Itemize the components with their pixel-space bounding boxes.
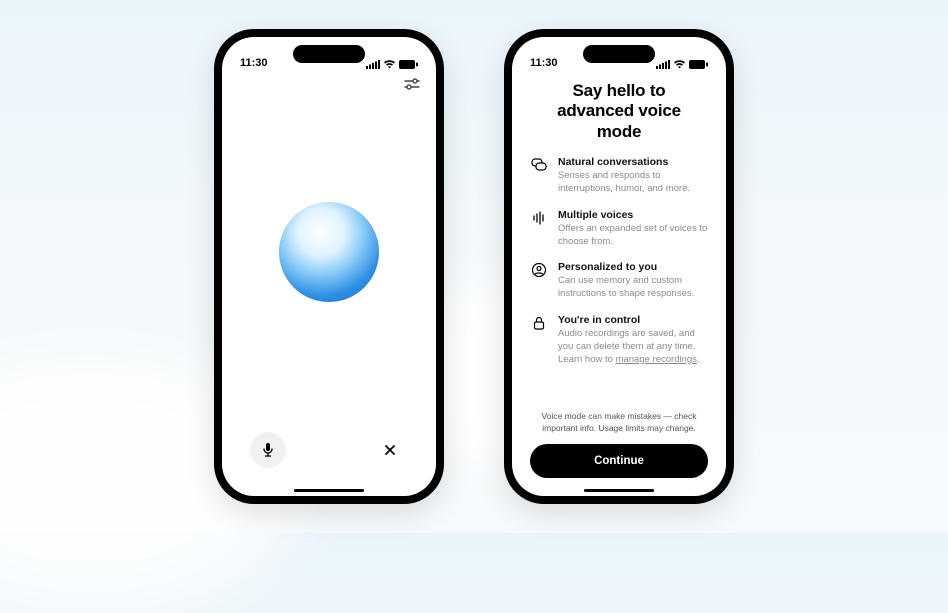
feature-desc: Audio recordings are saved, and you can … bbox=[558, 328, 708, 366]
feature-desc: Senses and responds to interruptions, hu… bbox=[558, 170, 708, 196]
feature-row: Multiple voices Offers an expanded set o… bbox=[530, 209, 708, 249]
continue-button[interactable]: Continue bbox=[530, 444, 708, 478]
cellular-icon bbox=[656, 60, 670, 69]
continue-label: Continue bbox=[594, 455, 644, 467]
bottom-controls bbox=[222, 422, 436, 496]
intro-footer: Voice mode can make mistakes — check imp… bbox=[530, 411, 708, 496]
notch bbox=[293, 45, 365, 63]
screen: 11:30 Say hello to advanced voice mode N… bbox=[512, 37, 726, 496]
person-circle-icon bbox=[530, 261, 548, 301]
battery-icon bbox=[689, 60, 708, 69]
feature-title: Personalized to you bbox=[558, 261, 708, 273]
mic-button[interactable] bbox=[250, 432, 286, 468]
disclaimer-text: Voice mode can make mistakes — check imp… bbox=[536, 411, 702, 434]
screen: 11:30 bbox=[222, 37, 436, 496]
close-icon bbox=[383, 443, 397, 457]
lock-icon bbox=[530, 314, 548, 366]
close-button[interactable] bbox=[372, 432, 408, 468]
wifi-icon bbox=[673, 60, 686, 69]
cellular-icon bbox=[366, 60, 380, 69]
sliders-icon[interactable] bbox=[404, 77, 420, 96]
voice-orb-area bbox=[222, 101, 436, 422]
home-indicator bbox=[294, 489, 364, 492]
feature-desc: Offers an expanded set of voices to choo… bbox=[558, 223, 708, 249]
soundwave-icon bbox=[530, 209, 548, 249]
manage-recordings-link[interactable]: manage recordings bbox=[616, 354, 697, 365]
chat-bubbles-icon bbox=[530, 156, 548, 196]
wifi-icon bbox=[383, 60, 396, 69]
feature-row: Personalized to you Can use memory and c… bbox=[530, 261, 708, 301]
feature-desc: Can use memory and custom instructions t… bbox=[558, 275, 708, 301]
home-indicator bbox=[584, 489, 654, 492]
topbar bbox=[222, 71, 436, 101]
battery-icon bbox=[399, 60, 418, 69]
mic-icon bbox=[261, 442, 275, 458]
status-time: 11:30 bbox=[530, 57, 558, 69]
phone-voice-mode: 11:30 bbox=[214, 29, 444, 504]
voice-orb bbox=[279, 202, 379, 302]
feature-row: Natural conversations Senses and respond… bbox=[530, 156, 708, 196]
feature-row: You're in control Audio recordings are s… bbox=[530, 314, 708, 366]
phone-intro-sheet: 11:30 Say hello to advanced voice mode N… bbox=[504, 29, 734, 504]
feature-title: Natural conversations bbox=[558, 156, 708, 168]
page-title: Say hello to advanced voice mode bbox=[536, 81, 702, 142]
feature-title: You're in control bbox=[558, 314, 708, 326]
intro-body: Say hello to advanced voice mode Natural… bbox=[512, 71, 726, 496]
status-time: 11:30 bbox=[240, 57, 268, 69]
feature-title: Multiple voices bbox=[558, 209, 708, 221]
status-indicators bbox=[366, 60, 418, 69]
notch bbox=[583, 45, 655, 63]
status-indicators bbox=[656, 60, 708, 69]
